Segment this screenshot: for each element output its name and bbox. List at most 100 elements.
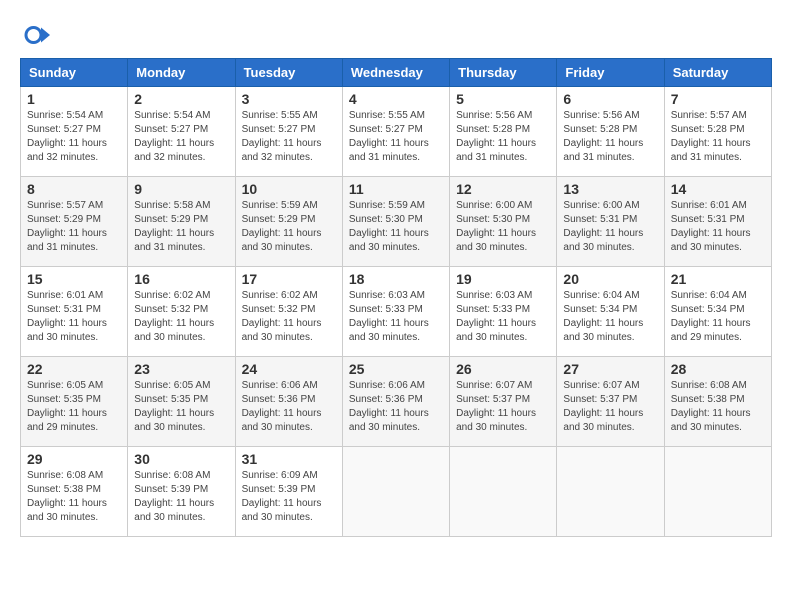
calendar-header-friday: Friday xyxy=(557,59,664,87)
logo xyxy=(20,20,54,50)
calendar-cell: 15 Sunrise: 6:01 AM Sunset: 5:31 PM Dayl… xyxy=(21,267,128,357)
calendar-cell: 27 Sunrise: 6:07 AM Sunset: 5:37 PM Dayl… xyxy=(557,357,664,447)
day-number: 28 xyxy=(671,361,765,377)
calendar-cell xyxy=(664,447,771,537)
day-info: Sunrise: 6:00 AM Sunset: 5:30 PM Dayligh… xyxy=(456,199,550,255)
day-number: 19 xyxy=(456,271,550,287)
calendar-week-row: 1 Sunrise: 5:54 AM Sunset: 5:27 PM Dayli… xyxy=(21,87,772,177)
day-info: Sunrise: 5:56 AM Sunset: 5:28 PM Dayligh… xyxy=(563,109,657,165)
day-info: Sunrise: 6:04 AM Sunset: 5:34 PM Dayligh… xyxy=(671,289,765,345)
day-number: 3 xyxy=(242,91,336,107)
calendar-cell: 5 Sunrise: 5:56 AM Sunset: 5:28 PM Dayli… xyxy=(450,87,557,177)
calendar-cell: 3 Sunrise: 5:55 AM Sunset: 5:27 PM Dayli… xyxy=(235,87,342,177)
calendar-cell: 7 Sunrise: 5:57 AM Sunset: 5:28 PM Dayli… xyxy=(664,87,771,177)
day-number: 21 xyxy=(671,271,765,287)
day-number: 23 xyxy=(134,361,228,377)
day-info: Sunrise: 5:57 AM Sunset: 5:28 PM Dayligh… xyxy=(671,109,765,165)
day-number: 4 xyxy=(349,91,443,107)
day-number: 16 xyxy=(134,271,228,287)
calendar-cell: 25 Sunrise: 6:06 AM Sunset: 5:36 PM Dayl… xyxy=(342,357,449,447)
calendar-cell: 23 Sunrise: 6:05 AM Sunset: 5:35 PM Dayl… xyxy=(128,357,235,447)
day-number: 7 xyxy=(671,91,765,107)
calendar-cell: 29 Sunrise: 6:08 AM Sunset: 5:38 PM Dayl… xyxy=(21,447,128,537)
day-info: Sunrise: 6:02 AM Sunset: 5:32 PM Dayligh… xyxy=(134,289,228,345)
day-info: Sunrise: 5:59 AM Sunset: 5:30 PM Dayligh… xyxy=(349,199,443,255)
day-info: Sunrise: 6:01 AM Sunset: 5:31 PM Dayligh… xyxy=(27,289,121,345)
calendar-cell: 19 Sunrise: 6:03 AM Sunset: 5:33 PM Dayl… xyxy=(450,267,557,357)
day-number: 15 xyxy=(27,271,121,287)
calendar-cell: 11 Sunrise: 5:59 AM Sunset: 5:30 PM Dayl… xyxy=(342,177,449,267)
calendar-cell: 21 Sunrise: 6:04 AM Sunset: 5:34 PM Dayl… xyxy=(664,267,771,357)
calendar-week-row: 8 Sunrise: 5:57 AM Sunset: 5:29 PM Dayli… xyxy=(21,177,772,267)
calendar-header-row: SundayMondayTuesdayWednesdayThursdayFrid… xyxy=(21,59,772,87)
day-number: 26 xyxy=(456,361,550,377)
day-number: 12 xyxy=(456,181,550,197)
calendar-cell: 6 Sunrise: 5:56 AM Sunset: 5:28 PM Dayli… xyxy=(557,87,664,177)
day-number: 14 xyxy=(671,181,765,197)
calendar-cell: 10 Sunrise: 5:59 AM Sunset: 5:29 PM Dayl… xyxy=(235,177,342,267)
day-number: 13 xyxy=(563,181,657,197)
calendar-header-monday: Monday xyxy=(128,59,235,87)
day-info: Sunrise: 5:54 AM Sunset: 5:27 PM Dayligh… xyxy=(27,109,121,165)
calendar-cell: 18 Sunrise: 6:03 AM Sunset: 5:33 PM Dayl… xyxy=(342,267,449,357)
calendar-cell: 24 Sunrise: 6:06 AM Sunset: 5:36 PM Dayl… xyxy=(235,357,342,447)
day-number: 18 xyxy=(349,271,443,287)
day-number: 11 xyxy=(349,181,443,197)
day-info: Sunrise: 5:54 AM Sunset: 5:27 PM Dayligh… xyxy=(134,109,228,165)
day-info: Sunrise: 5:59 AM Sunset: 5:29 PM Dayligh… xyxy=(242,199,336,255)
calendar-header-tuesday: Tuesday xyxy=(235,59,342,87)
day-number: 17 xyxy=(242,271,336,287)
logo-icon xyxy=(20,20,50,50)
day-info: Sunrise: 6:06 AM Sunset: 5:36 PM Dayligh… xyxy=(349,379,443,435)
day-info: Sunrise: 6:08 AM Sunset: 5:38 PM Dayligh… xyxy=(671,379,765,435)
day-info: Sunrise: 6:00 AM Sunset: 5:31 PM Dayligh… xyxy=(563,199,657,255)
calendar-cell: 4 Sunrise: 5:55 AM Sunset: 5:27 PM Dayli… xyxy=(342,87,449,177)
calendar-header-saturday: Saturday xyxy=(664,59,771,87)
day-number: 29 xyxy=(27,451,121,467)
calendar-cell: 14 Sunrise: 6:01 AM Sunset: 5:31 PM Dayl… xyxy=(664,177,771,267)
calendar-week-row: 29 Sunrise: 6:08 AM Sunset: 5:38 PM Dayl… xyxy=(21,447,772,537)
calendar-cell: 12 Sunrise: 6:00 AM Sunset: 5:30 PM Dayl… xyxy=(450,177,557,267)
day-info: Sunrise: 5:56 AM Sunset: 5:28 PM Dayligh… xyxy=(456,109,550,165)
calendar-cell: 30 Sunrise: 6:08 AM Sunset: 5:39 PM Dayl… xyxy=(128,447,235,537)
calendar-cell: 1 Sunrise: 5:54 AM Sunset: 5:27 PM Dayli… xyxy=(21,87,128,177)
day-info: Sunrise: 6:08 AM Sunset: 5:38 PM Dayligh… xyxy=(27,469,121,525)
day-info: Sunrise: 6:03 AM Sunset: 5:33 PM Dayligh… xyxy=(456,289,550,345)
day-info: Sunrise: 5:55 AM Sunset: 5:27 PM Dayligh… xyxy=(349,109,443,165)
day-number: 10 xyxy=(242,181,336,197)
calendar-cell: 8 Sunrise: 5:57 AM Sunset: 5:29 PM Dayli… xyxy=(21,177,128,267)
day-info: Sunrise: 5:57 AM Sunset: 5:29 PM Dayligh… xyxy=(27,199,121,255)
day-info: Sunrise: 5:58 AM Sunset: 5:29 PM Dayligh… xyxy=(134,199,228,255)
day-number: 6 xyxy=(563,91,657,107)
calendar-cell: 13 Sunrise: 6:00 AM Sunset: 5:31 PM Dayl… xyxy=(557,177,664,267)
calendar-cell: 20 Sunrise: 6:04 AM Sunset: 5:34 PM Dayl… xyxy=(557,267,664,357)
page-header xyxy=(20,20,772,50)
day-number: 20 xyxy=(563,271,657,287)
calendar-cell: 16 Sunrise: 6:02 AM Sunset: 5:32 PM Dayl… xyxy=(128,267,235,357)
calendar-cell xyxy=(557,447,664,537)
day-info: Sunrise: 6:05 AM Sunset: 5:35 PM Dayligh… xyxy=(134,379,228,435)
day-info: Sunrise: 6:02 AM Sunset: 5:32 PM Dayligh… xyxy=(242,289,336,345)
calendar-header-sunday: Sunday xyxy=(21,59,128,87)
calendar-week-row: 22 Sunrise: 6:05 AM Sunset: 5:35 PM Dayl… xyxy=(21,357,772,447)
calendar-cell xyxy=(450,447,557,537)
calendar-cell xyxy=(342,447,449,537)
day-info: Sunrise: 6:01 AM Sunset: 5:31 PM Dayligh… xyxy=(671,199,765,255)
calendar-cell: 2 Sunrise: 5:54 AM Sunset: 5:27 PM Dayli… xyxy=(128,87,235,177)
day-number: 5 xyxy=(456,91,550,107)
day-info: Sunrise: 6:08 AM Sunset: 5:39 PM Dayligh… xyxy=(134,469,228,525)
calendar-header-thursday: Thursday xyxy=(450,59,557,87)
day-number: 24 xyxy=(242,361,336,377)
calendar-table: SundayMondayTuesdayWednesdayThursdayFrid… xyxy=(20,58,772,537)
day-number: 22 xyxy=(27,361,121,377)
calendar-cell: 31 Sunrise: 6:09 AM Sunset: 5:39 PM Dayl… xyxy=(235,447,342,537)
calendar-cell: 28 Sunrise: 6:08 AM Sunset: 5:38 PM Dayl… xyxy=(664,357,771,447)
day-info: Sunrise: 6:05 AM Sunset: 5:35 PM Dayligh… xyxy=(27,379,121,435)
day-number: 30 xyxy=(134,451,228,467)
day-info: Sunrise: 6:07 AM Sunset: 5:37 PM Dayligh… xyxy=(456,379,550,435)
day-info: Sunrise: 6:03 AM Sunset: 5:33 PM Dayligh… xyxy=(349,289,443,345)
day-number: 8 xyxy=(27,181,121,197)
day-info: Sunrise: 6:07 AM Sunset: 5:37 PM Dayligh… xyxy=(563,379,657,435)
day-number: 27 xyxy=(563,361,657,377)
day-number: 9 xyxy=(134,181,228,197)
